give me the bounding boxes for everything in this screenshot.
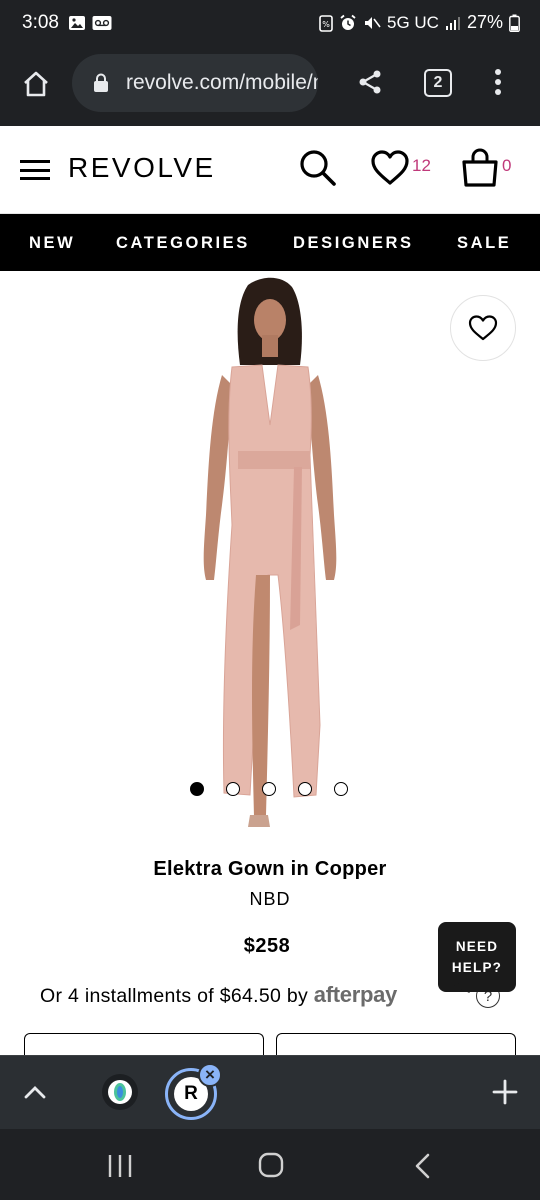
site-header: REVOLVE 12 0 — [0, 126, 540, 214]
signal-icon — [445, 16, 460, 30]
heart-outline-icon — [468, 315, 498, 341]
browser-bottom-toolbar: R × — [0, 1055, 540, 1129]
battery-icon — [509, 14, 520, 32]
carousel-dot[interactable] — [298, 782, 312, 796]
favorite-button[interactable] — [450, 295, 516, 361]
lock-icon — [94, 73, 108, 92]
tab-switcher-button[interactable]: 2 — [424, 69, 452, 97]
carousel-dot[interactable] — [226, 782, 240, 796]
product-name: Elektra Gown in Copper — [153, 858, 387, 880]
brand-name[interactable]: NBD — [0, 889, 540, 910]
need-help-chat-button[interactable]: NEED HELP? — [438, 922, 516, 992]
image-carousel-dots — [190, 782, 350, 798]
nav-item-new[interactable]: NEW — [29, 234, 75, 253]
new-tab-button[interactable] — [490, 1074, 520, 1110]
bag-count: 0 — [502, 156, 512, 175]
status-time: 3:08 — [22, 12, 59, 33]
nav-item-designers[interactable]: DESIGNERS — [293, 234, 414, 253]
expand-button[interactable] — [20, 1080, 50, 1109]
afterpay-logo: afterpay — [313, 982, 398, 1007]
heart-icon — [371, 150, 409, 185]
shopping-bag-button[interactable] — [461, 148, 499, 193]
need-help-line2: HELP? — [451, 960, 503, 975]
gallery-icon — [69, 16, 85, 30]
plus-icon — [492, 1079, 518, 1105]
share-button[interactable] — [350, 62, 390, 102]
category-nav: NEW CATEGORIES DESIGNERS SALE — [0, 214, 540, 271]
home-circle-icon — [258, 1152, 284, 1178]
home-icon — [24, 71, 48, 97]
address-bar[interactable]: revolve.com/mobile/nbd-elektra — [72, 54, 318, 112]
battery-percent: 27% — [466, 12, 503, 32]
svg-text:%: % — [322, 20, 330, 29]
search-icon — [300, 150, 336, 186]
battery-saver-icon: % — [319, 14, 333, 32]
network-type: 5G UC — [387, 12, 439, 32]
hamburger-menu-icon[interactable] — [20, 160, 50, 180]
alarm-icon — [340, 14, 356, 30]
bag-icon — [462, 148, 498, 187]
notification-icons — [68, 14, 112, 32]
status-bar: 3:08 % 5G UC 27% — [0, 0, 540, 48]
nav-item-sale[interactable]: SALE — [457, 234, 511, 253]
need-help-line1: NEED — [455, 939, 499, 954]
system-back-button[interactable] — [412, 1152, 434, 1185]
search-button[interactable] — [298, 148, 338, 193]
recent-apps-icon — [108, 1155, 132, 1177]
back-icon — [415, 1153, 430, 1179]
system-nav-bar — [0, 1129, 540, 1200]
home-button[interactable] — [14, 62, 58, 106]
nav-item-categories[interactable]: CATEGORIES — [116, 234, 250, 253]
carousel-dot[interactable] — [262, 782, 276, 796]
wishlist-button[interactable] — [370, 150, 410, 191]
installments-text: Or 4 installments of $64.50 by — [40, 985, 309, 1007]
wishlist-count: 12 — [412, 156, 431, 175]
chevron-up-icon — [24, 1086, 46, 1099]
more-vert-icon — [495, 69, 501, 95]
system-home-button[interactable] — [258, 1152, 284, 1183]
close-icon[interactable]: × — [198, 1063, 222, 1087]
recent-apps-button[interactable] — [106, 1153, 134, 1184]
browser-toolbar: revolve.com/mobile/nbd-elektra 2 — [0, 48, 540, 126]
url-text: revolve.com/mobile/nbd-elektra — [126, 71, 318, 94]
status-right: % 5G UC 27% — [319, 12, 520, 33]
extension-leaf-icon[interactable] — [102, 1074, 138, 1110]
share-icon — [359, 70, 381, 94]
site-logo[interactable]: REVOLVE — [68, 152, 216, 184]
carousel-dot[interactable] — [190, 782, 204, 796]
browser-menu-button[interactable] — [484, 62, 512, 102]
mute-icon — [365, 16, 381, 29]
product-image[interactable] — [170, 275, 370, 845]
voicemail-icon — [92, 16, 112, 30]
leaf-icon — [108, 1080, 132, 1104]
installments-line: Or 4 installments of $64.50 by afterpay — [40, 982, 397, 1008]
carousel-dot[interactable] — [334, 782, 348, 796]
